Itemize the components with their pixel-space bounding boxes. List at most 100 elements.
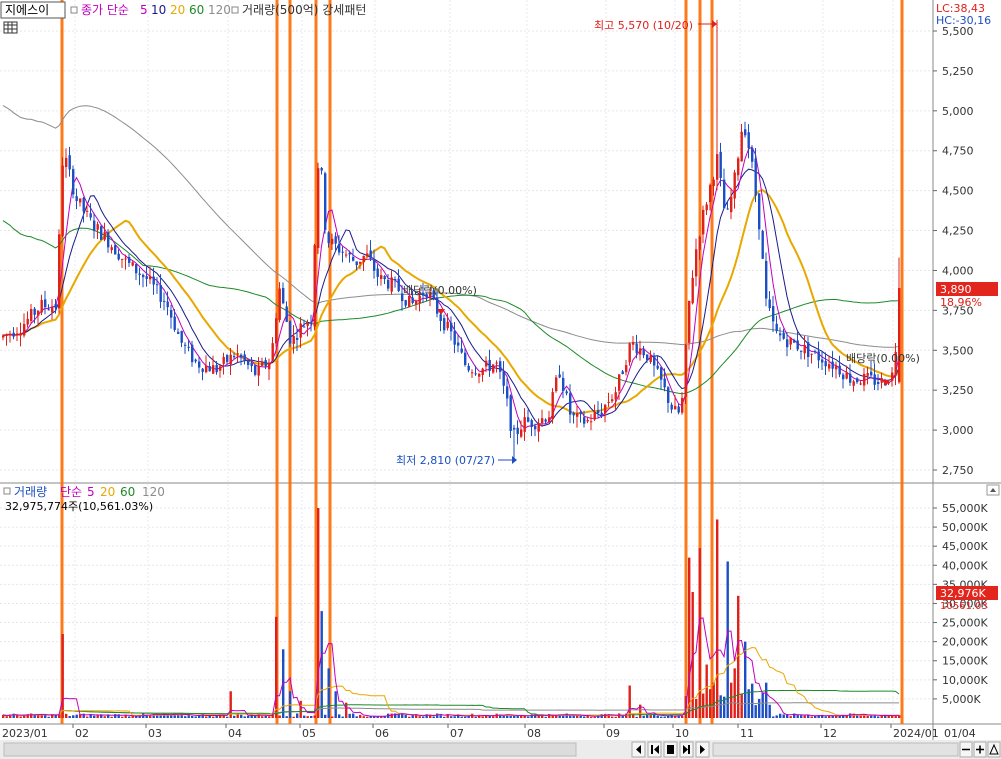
candle-body <box>782 332 785 339</box>
vol-ma-period-5: 5 <box>87 485 95 499</box>
candle-body <box>653 355 656 366</box>
candle-body <box>600 412 603 415</box>
volume-bar <box>772 716 775 718</box>
candle-body <box>282 287 285 304</box>
volume-bar <box>65 713 68 718</box>
volume-bar <box>264 715 267 718</box>
pattern-marker <box>288 0 292 724</box>
candle-body <box>842 374 845 380</box>
candle-body <box>635 343 638 353</box>
volume-bar <box>527 716 530 718</box>
pattern-marker <box>710 0 714 724</box>
candle-body <box>845 372 848 379</box>
table-icon[interactable] <box>3 21 18 34</box>
volume-bar <box>681 715 684 718</box>
candle-body <box>268 362 271 370</box>
candle-body <box>803 345 806 354</box>
volume-bar <box>866 715 869 718</box>
candle-body <box>373 259 376 271</box>
volume-bar <box>803 715 806 718</box>
candle-body <box>775 323 778 332</box>
candle-body <box>390 277 393 292</box>
ma-period-10: 10 <box>151 3 166 17</box>
candle-body <box>558 374 561 378</box>
volume-bar <box>338 714 341 718</box>
volume-panel[interactable] <box>0 484 933 724</box>
candle-body <box>240 354 243 358</box>
candle-body <box>586 419 589 422</box>
candle-body <box>604 404 607 414</box>
candle-body <box>212 365 215 374</box>
volume-bar <box>541 715 544 718</box>
volume-bar <box>194 716 197 718</box>
candle-body <box>166 301 169 308</box>
stop-icon <box>667 745 674 754</box>
x-axis-label: 02 <box>75 727 89 740</box>
volume-bar <box>740 693 743 718</box>
candle-body <box>114 245 117 255</box>
volume-bar <box>16 715 19 718</box>
volume-tick-label: 50,000K <box>942 521 988 534</box>
candle-body <box>541 418 544 423</box>
zoom-scrollbar[interactable] <box>712 742 959 757</box>
volume-bar <box>628 685 631 718</box>
candle-body <box>198 361 201 368</box>
volume-bar <box>233 715 236 718</box>
candle-body <box>23 324 26 336</box>
candle-body <box>464 352 467 365</box>
candle-body <box>292 335 295 344</box>
volume-bar <box>688 557 691 718</box>
price-panel[interactable] <box>0 0 933 483</box>
volume-bar <box>310 716 313 718</box>
hc-value: HC:-30,16 <box>936 14 991 27</box>
volume-tick-label: 5,000K <box>942 693 981 706</box>
volume-value: 32,975,774주(10,561.03%) <box>5 500 153 513</box>
candle-body <box>191 344 194 363</box>
volume-bar <box>775 715 778 718</box>
volume-bar <box>93 715 96 718</box>
candle-body <box>47 309 50 311</box>
candle-body <box>747 132 750 149</box>
timeline-scrollbar[interactable] <box>3 742 577 757</box>
candle-body <box>740 131 743 162</box>
volume-bar <box>68 716 71 718</box>
candle-body <box>187 346 190 348</box>
candle-body <box>481 368 484 375</box>
price-tick-label: 4,250 <box>942 225 974 238</box>
volume-bar <box>240 714 243 718</box>
candle-body <box>96 224 99 230</box>
volume-bar <box>481 716 484 718</box>
candle-body <box>502 371 505 386</box>
candle-body <box>33 308 36 315</box>
close-ma-checkbox-icon[interactable] <box>70 6 78 14</box>
candle-body <box>306 322 309 326</box>
candle-body <box>208 366 211 372</box>
candle-body <box>296 337 299 340</box>
candle-body <box>870 371 873 376</box>
x-axis-label: 03 <box>148 727 162 740</box>
price-tick-label: 4,000 <box>942 264 974 277</box>
candle-body <box>40 300 43 313</box>
candle-body <box>800 350 803 352</box>
volume-bar <box>226 716 229 718</box>
candle-body <box>275 318 278 344</box>
volume-bar <box>716 519 719 718</box>
candle-body <box>37 310 40 316</box>
volume-pattern-checkbox-icon[interactable] <box>231 6 239 14</box>
candle-body <box>243 354 246 361</box>
candle-body <box>100 226 103 240</box>
volume-bar <box>268 716 271 718</box>
stock-name[interactable]: 지에스이 <box>5 3 49 17</box>
volume-bar <box>824 716 827 718</box>
volume-bar <box>362 716 365 718</box>
candle-body <box>439 314 442 321</box>
candle-body <box>758 193 761 230</box>
volume-bar <box>814 715 817 718</box>
candle-body <box>793 339 796 343</box>
volume-checkbox-icon[interactable] <box>3 487 11 495</box>
candle-body <box>443 318 446 331</box>
candle-body <box>278 288 281 320</box>
volume-bar <box>121 716 124 718</box>
volume-bar <box>205 716 208 718</box>
candle-body <box>796 340 799 350</box>
